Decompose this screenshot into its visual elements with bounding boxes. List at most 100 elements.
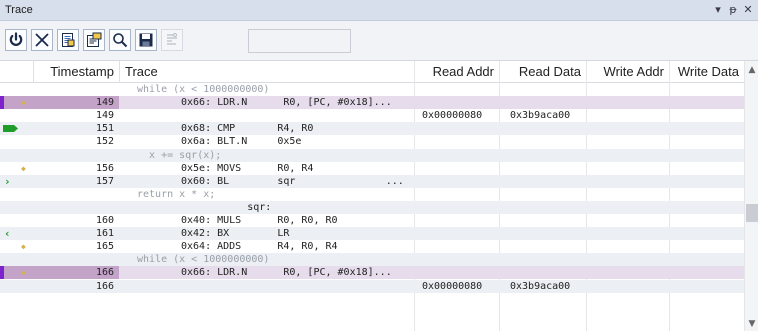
timestamp-value: 151 <box>95 123 114 135</box>
find-button[interactable] <box>109 29 131 51</box>
table-row[interactable]: sqr: <box>0 200 744 214</box>
close-x-icon <box>35 33 49 47</box>
trace-table-body: while (x < 1000000000) ◆ 149 0x66: LDR.N R0… <box>0 83 744 331</box>
column-header: Timestamp Trace Read Addr Read Data Writ… <box>0 61 744 83</box>
trace-marker <box>0 266 4 280</box>
table-row[interactable]: 166 0x00000080 0x3b9aca00 <box>0 279 744 293</box>
window-titlebar: Trace ▾ ᵽ ✕ <box>0 0 758 21</box>
table-row[interactable]: while (x < 1000000000) <box>0 83 744 96</box>
pin-icon[interactable]: ᵽ <box>726 2 740 18</box>
menu-dropdown-icon[interactable]: ▾ <box>711 2 725 18</box>
timestamp-cell: ◆ 166 <box>0 266 119 280</box>
timestamp-cell: 149 <box>0 109 119 122</box>
source-line: return x * x; <box>137 188 216 200</box>
settings-button[interactable] <box>161 29 183 51</box>
timestamp-cell: 151 <box>0 122 119 135</box>
read-data-cell: 0x3b9aca00 <box>510 280 571 292</box>
window-title: Trace <box>5 4 33 16</box>
table-row[interactable]: ◆ 165 0x64: ADDS R4, R0, R4 <box>0 240 744 253</box>
timestamp-value: 160 <box>95 215 114 226</box>
scroll-down-icon[interactable]: ▼ <box>745 319 758 329</box>
timestamp-value: 161 <box>95 228 114 240</box>
timestamp-cell: 152 <box>0 135 119 148</box>
search-icon <box>113 33 128 48</box>
table-row[interactable]: while (x < 1000000000) <box>0 253 744 267</box>
read-addr-cell: 0x00000080 <box>422 280 483 292</box>
timestamp-cell <box>0 253 119 266</box>
settings-icon <box>167 33 177 45</box>
table-row[interactable]: 151 0x68: CMP R4, R0 <box>0 122 744 136</box>
trace-instruction: 0x5e: MOVS R0, R4 <box>181 162 314 174</box>
trace-instruction: 0x40: MULS R0, R0, R0 <box>181 215 338 226</box>
read-addr-cell: 0x00000080 <box>422 110 483 122</box>
timestamp-cell: › 157 <box>0 175 119 188</box>
header-write-data[interactable]: Write Data <box>669 61 744 83</box>
table-row[interactable]: 149 0x00000080 0x3b9aca00 <box>0 109 744 122</box>
header-write-addr[interactable]: Write Addr <box>586 61 669 83</box>
header-read-addr[interactable]: Read Addr <box>414 61 499 83</box>
vertical-scrollbar[interactable]: ▲ ▼ <box>744 61 758 331</box>
scroll-up-icon[interactable]: ▲ <box>745 65 758 75</box>
copy-button[interactable] <box>57 29 79 51</box>
timestamp-cell <box>0 83 119 96</box>
return-arrow-icon: ‹ <box>4 227 11 241</box>
save-icon <box>139 33 153 47</box>
timestamp-cell <box>0 149 119 162</box>
table-row[interactable]: ◆ 149 0x66: LDR.N R0, [PC, #0x18]... <box>0 96 744 110</box>
trace-instruction: 0x66: LDR.N R0, [PC, #0x18]... <box>181 97 392 109</box>
copy-icon <box>62 33 75 47</box>
source-line: x += sqr(x); <box>137 149 222 161</box>
current-position-icon <box>3 122 19 135</box>
trace-instruction: sqr: <box>181 201 272 213</box>
timestamp-value: 166 <box>95 280 114 292</box>
export-icon <box>87 32 102 47</box>
timestamp-value: 165 <box>95 241 114 253</box>
timestamp-value: 149 <box>95 110 114 122</box>
clear-button[interactable] <box>31 29 53 51</box>
header-marker-column <box>0 61 33 83</box>
table-row[interactable]: ◆ 166 0x66: LDR.N R0, [PC, #0x18]... <box>0 266 744 280</box>
trace-instruction: 0x60: BL sqr ... <box>181 175 404 187</box>
trace-instruction: 0x68: CMP R4, R0 <box>181 123 314 135</box>
source-line: while (x < 1000000000) <box>137 254 270 266</box>
table-row[interactable]: 152 0x6a: BLT.N 0x5e <box>0 135 744 148</box>
header-trace[interactable]: Trace <box>119 61 414 83</box>
save-button[interactable] <box>135 29 157 51</box>
close-icon[interactable]: ✕ <box>741 2 755 18</box>
timestamp-cell: ◆ 165 <box>0 240 119 253</box>
header-read-data[interactable]: Read Data <box>499 61 586 83</box>
toolbar <box>0 21 758 61</box>
trace-instruction: 0x64: ADDS R4, R0, R4 <box>181 241 338 253</box>
timestamp-cell: ◆ 149 <box>0 96 119 110</box>
scrollbar-thumb[interactable] <box>746 204 758 222</box>
source-line: while (x < 1000000000) <box>137 84 270 95</box>
timestamp-cell <box>0 188 119 201</box>
timestamp-value: 156 <box>95 162 114 174</box>
search-field[interactable] <box>248 29 351 53</box>
timestamp-cell: ◆ 156 <box>0 162 119 175</box>
trace-instruction: 0x6a: BLT.N 0x5e <box>181 136 302 148</box>
call-arrow-icon: › <box>4 174 11 188</box>
trace-marker <box>0 96 4 110</box>
table-row[interactable]: ◆ 156 0x5e: MOVS R0, R4 <box>0 162 744 175</box>
table-row[interactable]: 160 0x40: MULS R0, R0, R0 <box>0 214 744 227</box>
table-row[interactable]: ‹ 161 0x42: BX LR <box>0 227 744 241</box>
header-timestamp[interactable]: Timestamp <box>33 61 119 83</box>
breakpoint-diamond-icon: ◆ <box>21 163 26 173</box>
timestamp-cell: 160 <box>0 214 119 227</box>
timestamp-value: 152 <box>95 136 114 148</box>
timestamp-cell <box>0 201 119 214</box>
power-icon <box>9 32 23 46</box>
timestamp-cell: 166 <box>0 280 119 293</box>
trace-instruction: 0x42: BX LR <box>181 228 290 240</box>
table-row[interactable]: return x * x; <box>0 188 744 201</box>
table-row[interactable]: x += sqr(x); <box>0 148 744 162</box>
timestamp-value: 166 <box>95 267 114 279</box>
export-button[interactable] <box>83 29 105 51</box>
read-data-cell: 0x3b9aca00 <box>510 110 571 122</box>
power-button[interactable] <box>5 29 27 51</box>
trace-instruction: 0x66: LDR.N R0, [PC, #0x18]... <box>181 267 392 279</box>
timestamp-value: 149 <box>95 97 114 109</box>
breakpoint-diamond-icon: ◆ <box>21 242 26 252</box>
table-row[interactable]: › 157 0x60: BL sqr ... <box>0 174 744 188</box>
